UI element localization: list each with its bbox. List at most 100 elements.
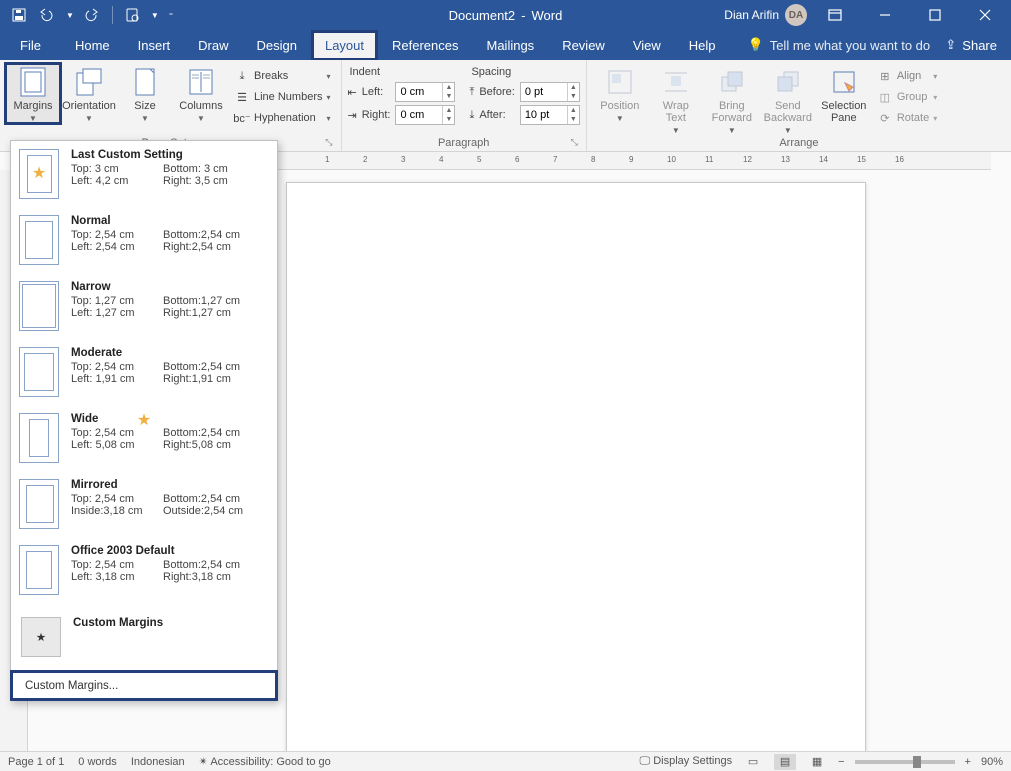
send-backward-button[interactable]: Send Backward▼ xyxy=(761,64,815,135)
redo-button[interactable] xyxy=(80,2,106,28)
indent-right-icon: ⇥ xyxy=(348,109,357,122)
tell-me-search[interactable]: 💡 Tell me what you want to do xyxy=(748,30,931,60)
rotate-button[interactable]: ⟳Rotate▾ xyxy=(873,109,941,127)
custom-margins-link[interactable]: Custom Margins... xyxy=(11,671,277,700)
undo-dropdown[interactable]: ▼ xyxy=(62,11,78,20)
status-accessibility[interactable]: ✴ Accessibility: Good to go xyxy=(199,755,331,768)
lightbulb-icon: 💡 xyxy=(748,37,764,53)
group-label: Paragraph xyxy=(438,137,489,149)
chevron-down-icon: ▼ xyxy=(141,114,149,123)
status-language[interactable]: Indonesian xyxy=(131,756,185,768)
margin-option-normal[interactable]: Normal Top: 2,54 cmBottom:2,54 cmLeft: 2… xyxy=(11,207,277,273)
maximize-button[interactable] xyxy=(913,0,957,30)
indent-left-icon: ⇤ xyxy=(348,86,357,99)
tab-mailings[interactable]: Mailings xyxy=(473,30,549,60)
margin-preview-icon xyxy=(19,215,59,265)
selection-pane-icon xyxy=(828,66,860,98)
margin-preview-icon: ★ xyxy=(21,617,61,657)
breaks-button[interactable]: ⤓Breaks▾ xyxy=(230,67,335,85)
chevron-down-icon: ▼ xyxy=(29,114,37,123)
margin-option-narrow[interactable]: Narrow Top: 1,27 cmBottom:1,27 cmLeft: 1… xyxy=(11,273,277,339)
touch-mode-dropdown[interactable]: ▼ xyxy=(147,11,163,20)
save-button[interactable] xyxy=(6,2,32,28)
indent-left-input[interactable]: ▲▼ xyxy=(395,82,455,102)
page-setup-launcher[interactable]: ⤡ xyxy=(325,137,332,148)
tab-draw[interactable]: Draw xyxy=(184,30,242,60)
group-arrange: Position▼ Wrap Text▼ Bring Forward▼ Send… xyxy=(587,60,1011,151)
size-button[interactable]: Size ▼ xyxy=(118,64,172,123)
columns-icon xyxy=(185,66,217,98)
margin-preview-icon xyxy=(19,479,59,529)
columns-button[interactable]: Columns ▼ xyxy=(174,64,228,123)
document-page[interactable] xyxy=(286,182,866,751)
share-button[interactable]: ⇪ Share xyxy=(931,30,1011,60)
margin-option-moderate[interactable]: Moderate Top: 2,54 cmBottom:2,54 cmLeft:… xyxy=(11,339,277,405)
user-avatar[interactable]: DA xyxy=(785,4,807,26)
share-icon: ⇪ xyxy=(945,37,956,53)
status-words[interactable]: 0 words xyxy=(78,756,117,768)
orientation-button[interactable]: Orientation ▼ xyxy=(62,64,116,123)
indent-right-input[interactable]: ▲▼ xyxy=(395,105,455,125)
bring-forward-button[interactable]: Bring Forward▼ xyxy=(705,64,759,135)
group-label: Arrange xyxy=(779,137,818,149)
line-numbers-button[interactable]: ☰Line Numbers▾ xyxy=(230,88,335,106)
align-button[interactable]: ⊞Align▾ xyxy=(873,67,941,85)
group-button[interactable]: ◫Group▾ xyxy=(873,88,941,106)
margin-option-custom-preview[interactable]: ★ Custom Margins xyxy=(11,603,277,671)
hyphenation-button[interactable]: bc⁻Hyphenation▾ xyxy=(230,109,335,127)
position-icon xyxy=(604,66,636,98)
margin-option-last-custom[interactable]: Last Custom Setting Top: 3 cmBottom: 3 c… xyxy=(11,141,277,207)
tab-home[interactable]: Home xyxy=(61,30,124,60)
view-read-mode[interactable]: ▭ xyxy=(742,754,764,770)
spacing-after-icon: ⤓ xyxy=(469,109,474,122)
minimize-button[interactable] xyxy=(863,0,907,30)
margin-preview-icon xyxy=(19,149,59,199)
margin-option-office2003[interactable]: Office 2003 Default Top: 2,54 cmBottom:2… xyxy=(11,537,277,603)
tab-design[interactable]: Design xyxy=(243,30,311,60)
quick-access-toolbar: ▼ ▼ ⁼ xyxy=(0,2,177,28)
accessibility-icon: ✴ xyxy=(199,756,208,768)
zoom-out-button[interactable]: − xyxy=(838,756,844,768)
bring-forward-icon xyxy=(716,66,748,98)
close-button[interactable] xyxy=(963,0,1007,30)
status-page[interactable]: Page 1 of 1 xyxy=(8,756,64,768)
wrap-text-button[interactable]: Wrap Text▼ xyxy=(649,64,703,135)
view-web-layout[interactable]: ▦ xyxy=(806,754,828,770)
user-name[interactable]: Dian Arifin xyxy=(724,8,779,22)
touch-mode-button[interactable] xyxy=(119,2,145,28)
spacing-before-input[interactable]: ▲▼ xyxy=(520,82,580,102)
margins-button[interactable]: Margins ▼ xyxy=(6,64,60,123)
tab-insert[interactable]: Insert xyxy=(124,30,185,60)
margin-option-mirrored[interactable]: Mirrored Top: 2,54 cmBottom:2,54 cmInsid… xyxy=(11,471,277,537)
send-backward-icon xyxy=(772,66,804,98)
undo-button[interactable] xyxy=(34,2,60,28)
tab-references[interactable]: References xyxy=(378,30,472,60)
tab-help[interactable]: Help xyxy=(675,30,730,60)
zoom-in-button[interactable]: + xyxy=(965,756,971,768)
view-print-layout[interactable]: ▤ xyxy=(774,754,796,770)
tab-file[interactable]: File xyxy=(6,30,55,60)
window-title: Document2 - Word xyxy=(449,8,563,23)
ribbon-display-options-button[interactable] xyxy=(813,0,857,30)
orientation-icon xyxy=(73,66,105,98)
tab-review[interactable]: Review xyxy=(548,30,619,60)
hyphenation-icon: bc⁻ xyxy=(234,110,250,126)
wrap-text-icon xyxy=(660,66,692,98)
zoom-level[interactable]: 90% xyxy=(981,756,1003,768)
margin-preview-icon xyxy=(19,281,59,331)
spacing-after-input[interactable]: ▲▼ xyxy=(520,105,580,125)
tab-view[interactable]: View xyxy=(619,30,675,60)
display-icon: 🖵 xyxy=(640,755,651,767)
group-icon: ◫ xyxy=(877,89,893,105)
zoom-slider[interactable] xyxy=(855,760,955,764)
selection-pane-button[interactable]: Selection Pane xyxy=(817,64,871,124)
tab-layout[interactable]: Layout xyxy=(311,30,378,61)
size-icon xyxy=(129,66,161,98)
margin-preview-icon xyxy=(19,347,59,397)
indent-heading: Indent xyxy=(348,64,456,82)
paragraph-launcher[interactable]: ⤡ xyxy=(571,137,578,148)
position-button[interactable]: Position▼ xyxy=(593,64,647,123)
qa-customize-button[interactable]: ⁼ xyxy=(165,11,177,20)
display-settings-button[interactable]: 🖵 Display Settings xyxy=(640,755,733,768)
ribbon-layout: Margins ▼ Orientation ▼ Size ▼ Columns ▼… xyxy=(0,60,1011,152)
